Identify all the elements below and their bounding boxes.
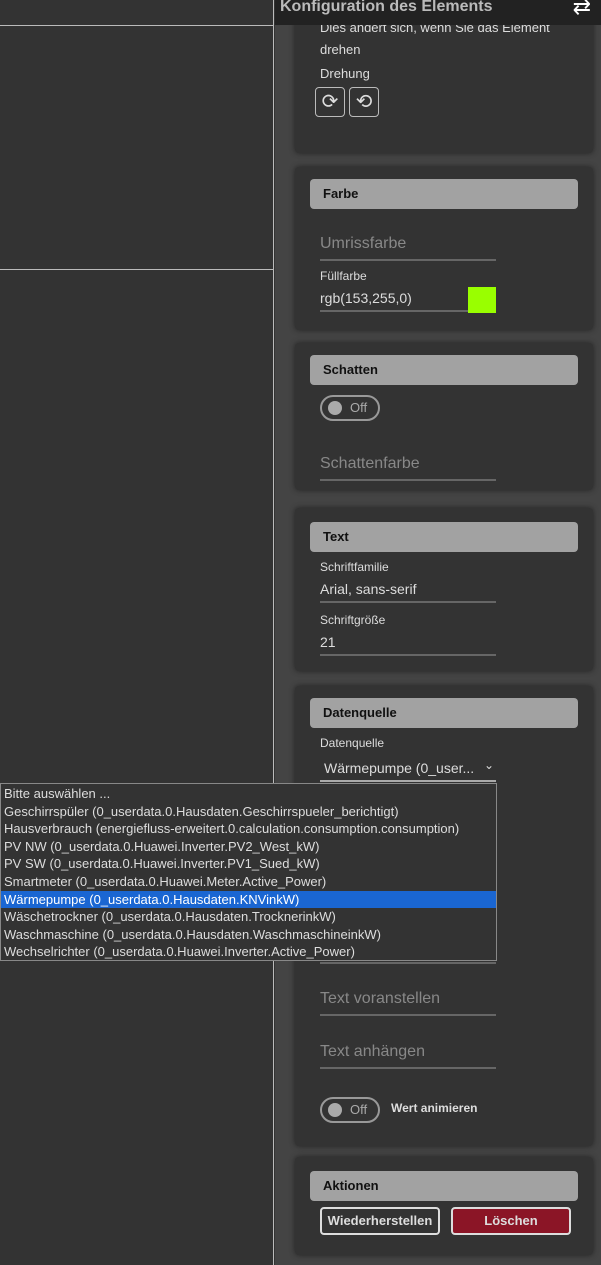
- editor-canvas[interactable]: [0, 0, 273, 1265]
- actions-header: Aktionen: [310, 1171, 578, 1201]
- swap-arrows-icon[interactable]: ⇄: [573, 0, 591, 20]
- font-size-input[interactable]: 21: [320, 630, 496, 656]
- dropdown-option[interactable]: Geschirrspüler (0_userdata.0.Hausdaten.G…: [1, 803, 496, 821]
- restore-button[interactable]: Wiederherstellen: [320, 1207, 440, 1235]
- dropdown-option-selected[interactable]: Wärmepumpe (0_userdata.0.Hausdaten.KNVin…: [1, 890, 496, 909]
- fill-color-value: rgb(153,255,0): [320, 290, 412, 306]
- dropdown-option[interactable]: Smartmeter (0_userdata.0.Huawei.Meter.Ac…: [1, 873, 496, 891]
- panel-title: Konfiguration des Elements: [280, 0, 493, 15]
- text-header: Text: [310, 522, 578, 552]
- dropdown-option[interactable]: Wechselrichter (0_userdata.0.Huawei.Inve…: [1, 943, 496, 961]
- color-card: Farbe Umrissfarbe Füllfarbe rgb(153,255,…: [295, 167, 593, 330]
- shadow-toggle[interactable]: Off: [320, 395, 380, 421]
- animate-label: Wert animieren: [391, 1101, 478, 1115]
- datasource-label: Datenquelle: [320, 736, 385, 750]
- text-card: Text Schriftfamilie Arial, sans-serif Sc…: [295, 508, 593, 671]
- dropdown-option[interactable]: Waschmaschine (0_userdata.0.Hausdaten.Wa…: [1, 926, 496, 944]
- toggle-knob: [328, 401, 342, 415]
- font-family-label: Schriftfamilie: [320, 560, 389, 574]
- datasource-dropdown-list[interactable]: Bitte auswählen ... Geschirrspüler (0_us…: [0, 783, 497, 961]
- rotation-label: Drehung: [320, 66, 370, 81]
- color-header: Farbe: [310, 179, 578, 209]
- font-size-label: Schriftgröße: [320, 613, 386, 627]
- shadow-header: Schatten: [310, 355, 578, 385]
- dropdown-option[interactable]: Hausverbrauch (energiefluss-erweitert.0.…: [1, 820, 496, 838]
- datasource-select[interactable]: Wärmepumpe (0_user... ⌄: [320, 756, 496, 782]
- animate-toggle[interactable]: Off: [320, 1097, 380, 1123]
- delete-button[interactable]: Löschen: [451, 1207, 571, 1235]
- toggle-state: Off: [350, 1102, 368, 1117]
- shadow-color-input[interactable]: Schattenfarbe: [320, 451, 496, 481]
- panel-titlebar: Konfiguration des Elements ⇄: [275, 0, 601, 25]
- fill-color-label: Füllfarbe: [320, 269, 367, 283]
- chevron-down-icon: ⌄: [483, 758, 494, 772]
- shadow-card: Schatten Off Schattenfarbe: [295, 343, 593, 490]
- dropdown-option[interactable]: PV NW (0_userdata.0.Huawei.Inverter.PV2_…: [1, 838, 496, 856]
- rotate-ccw-icon[interactable]: ⟲: [349, 87, 379, 117]
- datasource-selected: Wärmepumpe (0_user...: [324, 760, 475, 776]
- font-family-input[interactable]: Arial, sans-serif: [320, 577, 496, 603]
- dropdown-option[interactable]: PV SW (0_userdata.0.Huawei.Inverter.PV1_…: [1, 855, 496, 873]
- canvas-guide-line: [0, 25, 273, 26]
- toggle-knob: [328, 1103, 342, 1117]
- toggle-state: Off: [350, 400, 368, 415]
- prepend-text-input[interactable]: Text voranstellen: [320, 986, 496, 1016]
- datasource-header: Datenquelle: [310, 698, 578, 728]
- dropdown-option[interactable]: Bitte auswählen ...: [1, 785, 496, 803]
- outline-color-input[interactable]: Umrissfarbe: [320, 231, 496, 261]
- rotate-cw-icon[interactable]: ⟳: [315, 87, 345, 117]
- dropdown-option[interactable]: Wäschetrockner (0_userdata.0.Hausdaten.T…: [1, 908, 496, 926]
- actions-card: Aktionen Wiederherstellen Löschen: [295, 1157, 593, 1255]
- append-text-input[interactable]: Text anhängen: [320, 1039, 496, 1069]
- fill-color-swatch[interactable]: [468, 287, 496, 313]
- canvas-guide-line: [0, 269, 273, 270]
- canvas-border: [273, 0, 274, 1265]
